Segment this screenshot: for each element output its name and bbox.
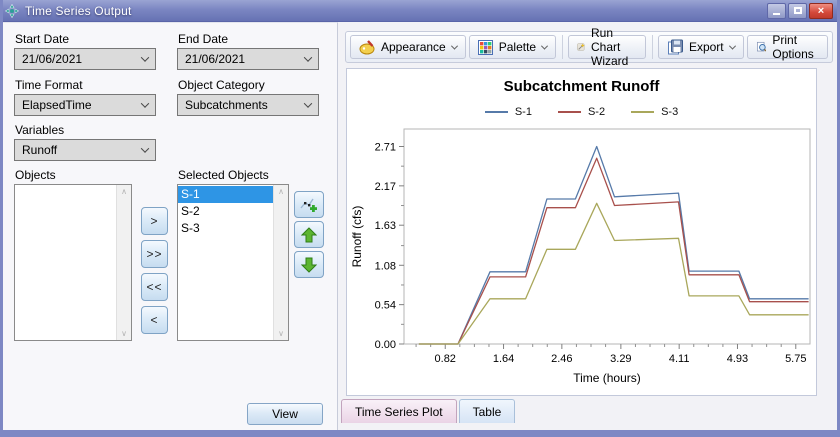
- time-series-output-window: Time Series Output × Start Date 21/06/20…: [0, 0, 840, 437]
- svg-text:0.00: 0.00: [375, 339, 396, 351]
- chart-panel: Subcatchment Runoff S-1 S-2 S-3 0.00 0.54 1.…: [346, 68, 817, 396]
- window-body: Start Date 21/06/2021 End Date 21/06/202…: [3, 22, 837, 430]
- close-button[interactable]: ×: [809, 3, 833, 19]
- view-button[interactable]: View: [247, 403, 323, 425]
- maximize-button[interactable]: [788, 3, 807, 19]
- export-icon: [667, 39, 683, 55]
- palette-icon: [478, 40, 493, 55]
- legend-entry: S-3: [631, 106, 678, 118]
- scroll-down-icon[interactable]: ∨: [278, 329, 284, 338]
- list-item[interactable]: S-2: [178, 203, 273, 220]
- objects-list-items: [15, 185, 116, 340]
- scroll-up-icon[interactable]: ∧: [278, 187, 284, 196]
- selection-panel: Start Date 21/06/2021 End Date 21/06/202…: [3, 22, 338, 430]
- chevron-down-icon: [141, 99, 149, 107]
- add-series-button[interactable]: [294, 191, 324, 218]
- titlebar[interactable]: Time Series Output ×: [0, 0, 840, 22]
- object-category-select[interactable]: Subcatchments: [177, 94, 319, 116]
- tab-table[interactable]: Table: [459, 399, 516, 423]
- start-date-select[interactable]: 21/06/2021: [14, 48, 156, 70]
- objects-list[interactable]: ∧ ∨: [14, 184, 132, 341]
- variables-select[interactable]: Runoff: [14, 139, 156, 161]
- scroll-down-icon[interactable]: ∨: [121, 329, 127, 338]
- close-icon: ×: [818, 5, 824, 17]
- move-down-icon: [301, 257, 317, 273]
- svg-text:0.54: 0.54: [375, 300, 396, 312]
- svg-text:2.71: 2.71: [375, 141, 396, 153]
- legend-label: S-1: [515, 106, 532, 118]
- object-category-label: Object Category: [178, 78, 265, 92]
- window-title: Time Series Output: [25, 4, 132, 18]
- svg-text:Runoff (cfs): Runoff (cfs): [350, 206, 364, 268]
- list-item[interactable]: S-1: [178, 186, 273, 203]
- svg-text:2.17: 2.17: [375, 181, 396, 193]
- scrollbar[interactable]: ∧ ∨: [116, 185, 131, 340]
- maximize-icon: [794, 7, 802, 14]
- svg-text:4.93: 4.93: [727, 353, 748, 365]
- move-up-button[interactable]: [294, 221, 324, 248]
- selected-objects-list[interactable]: S-1 S-2 S-3 ∧ ∨: [177, 184, 289, 341]
- svg-text:3.29: 3.29: [610, 353, 631, 365]
- legend-label: S-2: [588, 106, 605, 118]
- time-format-select[interactable]: ElapsedTime: [14, 94, 156, 116]
- svg-text:1.63: 1.63: [375, 220, 396, 232]
- svg-text:0.82: 0.82: [435, 353, 456, 365]
- chevron-down-icon: [729, 42, 736, 49]
- svg-text:1.64: 1.64: [493, 353, 514, 365]
- run-chart-wizard-button[interactable]: Run Chart Wizard: [568, 35, 645, 59]
- scroll-up-icon[interactable]: ∧: [121, 187, 127, 196]
- legend-entry: S-1: [485, 106, 532, 118]
- chevron-down-icon: [304, 99, 312, 107]
- scrollbar[interactable]: ∧ ∨: [273, 185, 288, 340]
- app-icon: [5, 4, 19, 18]
- svg-text:2.46: 2.46: [551, 353, 572, 365]
- variables-label: Variables: [15, 123, 64, 137]
- svg-text:Time (hours): Time (hours): [573, 371, 641, 385]
- objects-label: Objects: [15, 168, 56, 182]
- chart-plot: 0.00 0.54 1.08 1.63 2.17 2.71 0.82 1.64 2.46 3.29…: [347, 122, 816, 388]
- add-series-icon: [300, 197, 318, 213]
- svg-text:5.75: 5.75: [785, 353, 806, 365]
- minimize-icon: [773, 13, 780, 15]
- tab-bar: Time Series Plot Table: [341, 399, 515, 424]
- list-item[interactable]: S-3: [178, 220, 273, 237]
- svg-text:1.08: 1.08: [375, 260, 396, 272]
- appearance-button[interactable]: Appearance: [350, 35, 466, 59]
- chevron-down-icon: [141, 144, 149, 152]
- chart-title: Subcatchment Runoff: [347, 78, 816, 95]
- appearance-icon: [359, 39, 375, 55]
- export-button[interactable]: Export: [658, 35, 744, 59]
- chevron-down-icon: [451, 42, 458, 49]
- minimize-button[interactable]: [767, 3, 786, 19]
- add-selected-button[interactable]: >: [141, 207, 168, 235]
- legend-line-swatch: [558, 111, 581, 113]
- end-date-select[interactable]: 21/06/2021: [177, 48, 319, 70]
- palette-button[interactable]: Palette: [469, 35, 556, 59]
- chevron-down-icon: [541, 42, 548, 49]
- legend-label: S-3: [661, 106, 678, 118]
- legend-line-swatch: [485, 111, 508, 113]
- move-down-button[interactable]: [294, 251, 324, 278]
- wizard-icon: [577, 39, 585, 55]
- add-all-button[interactable]: >>: [141, 240, 168, 268]
- svg-text:4.11: 4.11: [669, 353, 690, 365]
- legend-entry: S-2: [558, 106, 605, 118]
- time-format-label: Time Format: [15, 78, 83, 92]
- legend-line-swatch: [631, 111, 654, 113]
- remove-selected-button[interactable]: <: [141, 306, 168, 334]
- move-up-icon: [301, 227, 317, 243]
- selected-objects-label: Selected Objects: [178, 168, 269, 182]
- end-date-label: End Date: [178, 32, 228, 46]
- chevron-down-icon: [304, 53, 312, 61]
- remove-all-button[interactable]: <<: [141, 273, 168, 301]
- print-options-button[interactable]: Print Options: [747, 35, 828, 59]
- chart-toolbar: Appearance Palette: [345, 31, 833, 63]
- chevron-down-icon: [141, 53, 149, 61]
- tab-time-series-plot[interactable]: Time Series Plot: [341, 399, 457, 423]
- print-options-icon: [756, 39, 767, 55]
- start-date-label: Start Date: [15, 32, 69, 46]
- chart-legend: S-1 S-2 S-3: [347, 106, 816, 118]
